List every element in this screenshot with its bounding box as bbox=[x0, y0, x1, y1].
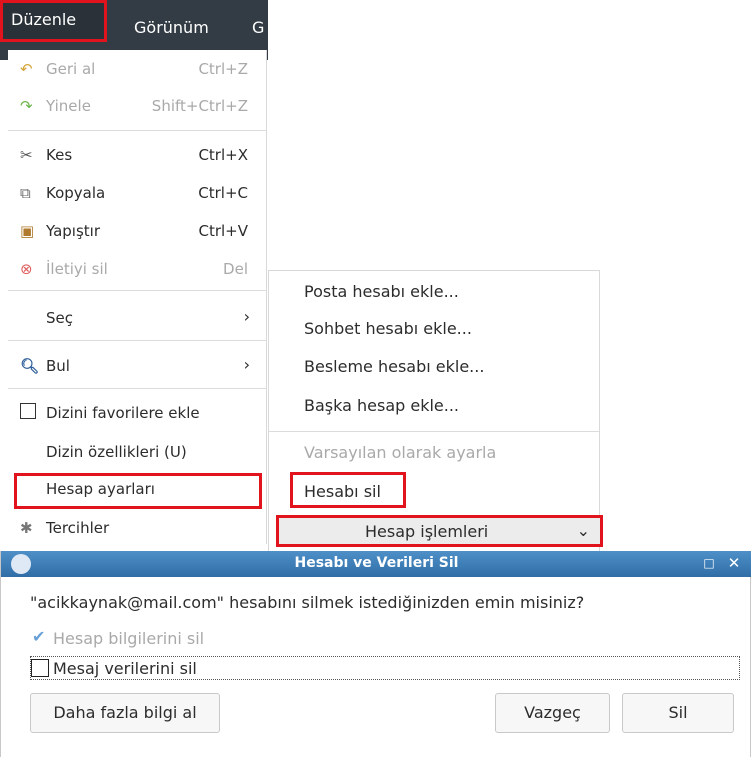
highlight-delete-account bbox=[290, 472, 406, 508]
account-submenu: Posta hesabı ekle... Sohbet hesabı ekle.… bbox=[268, 270, 600, 552]
chevron-down-icon: ⌄ bbox=[576, 521, 590, 540]
menu-item-cut[interactable]: ✂ Kes Ctrl+X bbox=[8, 140, 266, 170]
close-icon[interactable]: ✕ bbox=[726, 555, 742, 571]
copy-icon: ⧉ bbox=[20, 184, 31, 202]
menu-gorunum[interactable]: Görünüm bbox=[134, 18, 209, 37]
favorite-checkbox[interactable] bbox=[20, 403, 36, 419]
more-info-button[interactable]: Daha fazla bilgi al bbox=[30, 693, 220, 733]
chevron-right-icon: › bbox=[243, 355, 250, 374]
delete-circle-icon: ⊗ bbox=[20, 260, 33, 278]
menu-item-preferences[interactable]: ✱ Tercihler bbox=[8, 513, 266, 543]
chevron-right-icon: › bbox=[243, 307, 250, 326]
search-icon: 🔍︎ bbox=[20, 357, 40, 375]
dialog-titlebar: Hesabı ve Verileri Sil □ ✕ bbox=[1, 551, 751, 577]
menu-item-redo[interactable]: ↷ Yinele Shift+Ctrl+Z bbox=[8, 91, 266, 121]
menu-item-copy[interactable]: ⧉ Kopyala Ctrl+C bbox=[8, 178, 266, 208]
checkmark-icon[interactable]: ✔ bbox=[32, 627, 45, 646]
dialog-message: "acikkaynak@mail.com" hesabını silmek is… bbox=[30, 593, 585, 612]
remove-message-data-checkbox[interactable] bbox=[31, 659, 49, 677]
edit-menu: ↶ Geri al Ctrl+Z ↷ Yinele Shift+Ctrl+Z ✂… bbox=[8, 50, 267, 544]
menu-item-add-mail-account[interactable]: Posta hesabı ekle... bbox=[304, 282, 459, 301]
menu-item-find[interactable]: 🔍︎ Bul › bbox=[8, 351, 266, 381]
tools-icon: ✱ bbox=[20, 519, 33, 537]
scissors-icon: ✂ bbox=[20, 146, 33, 164]
dialog-title: Hesabı ve Verileri Sil bbox=[294, 555, 459, 571]
remove-account-info-label: Hesap bilgilerini sil bbox=[53, 629, 205, 648]
highlight-account-settings bbox=[14, 473, 262, 509]
menu-item-add-chat-account[interactable]: Sohbet hesabı ekle... bbox=[304, 319, 472, 338]
separator bbox=[8, 290, 266, 291]
menu-item-delete-message[interactable]: ⊗ İletiyi sil Del bbox=[8, 254, 266, 284]
menu-item-undo[interactable]: ↶ Geri al Ctrl+Z bbox=[8, 54, 266, 84]
maximize-icon[interactable]: □ bbox=[702, 556, 716, 570]
menu-item-add-feed-account[interactable]: Besleme hesabı ekle... bbox=[304, 357, 484, 376]
clipboard-icon: ▣ bbox=[20, 222, 35, 240]
menu-item-folder-properties[interactable]: Dizin özellikleri (U) bbox=[8, 437, 266, 467]
menu-duzenle[interactable]: Düzenle bbox=[0, 0, 107, 42]
menu-item-select[interactable]: Seç › bbox=[8, 303, 266, 333]
redo-icon: ↷ bbox=[20, 97, 33, 115]
account-actions-button[interactable]: Hesap işlemleri ⌄ bbox=[276, 515, 603, 547]
cancel-button[interactable]: Vazgeç bbox=[495, 693, 610, 733]
separator bbox=[8, 388, 266, 389]
remove-message-data-label: Mesaj verilerini sil bbox=[53, 659, 197, 678]
separator bbox=[269, 431, 599, 432]
menu-item-set-default[interactable]: Varsayılan olarak ayarla bbox=[304, 443, 496, 462]
menu-item-add-other-account[interactable]: Başka hesap ekle... bbox=[304, 396, 459, 415]
menu-item-paste[interactable]: ▣ Yapıştır Ctrl+V bbox=[8, 216, 266, 246]
undo-icon: ↶ bbox=[20, 60, 33, 78]
menu-item-add-favorite[interactable]: Dizini favorilere ekle bbox=[8, 398, 266, 428]
menu-partial[interactable]: G bbox=[252, 18, 264, 37]
delete-account-dialog: Hesabı ve Verileri Sil □ ✕ "acikkaynak@m… bbox=[0, 551, 751, 757]
delete-button[interactable]: Sil bbox=[622, 693, 734, 733]
menu-duzenle-label: Düzenle bbox=[11, 10, 77, 29]
separator bbox=[8, 340, 266, 341]
separator bbox=[8, 130, 266, 131]
